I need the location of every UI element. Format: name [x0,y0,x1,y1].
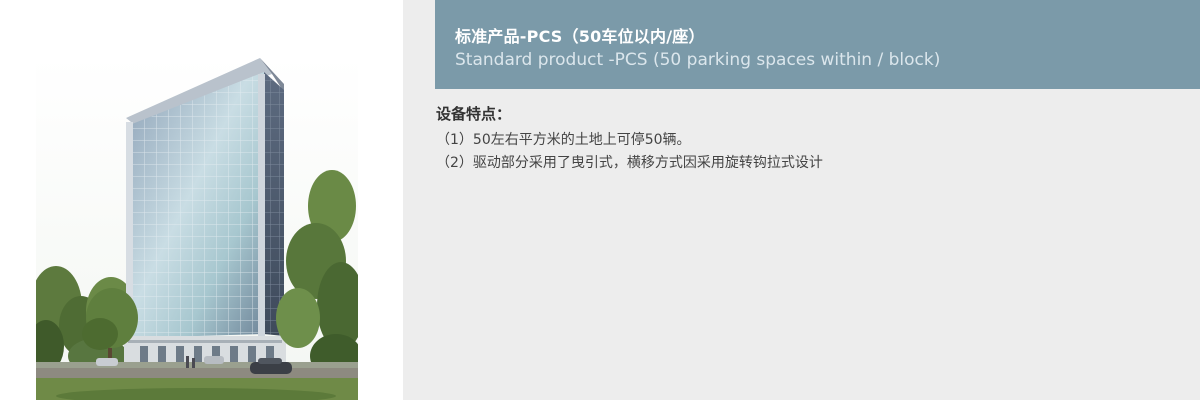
product-title-cn: 标准产品-PCS（50车位以内/座） [455,27,705,46]
product-title-en: Standard product -PCS (50 parking spaces… [455,50,941,70]
image-panel [0,0,403,400]
features-heading: 设备特点： [436,105,512,123]
product-title-bar: 标准产品-PCS（50车位以内/座） Standard product -PCS… [435,0,1200,89]
product-photo [36,56,358,400]
feature-item: （2）驱动部分采用了曳引式，横移方式因采用旋转钩拉式设计 [436,155,823,171]
product-info-panel: 标准产品-PCS（50车位以内/座） Standard product -PCS… [403,0,1200,400]
feature-item: （1）50左右平方米的土地上可停50辆。 [436,132,691,148]
features-section: 设备特点： （1）50左右平方米的土地上可停50辆。 （2）驱动部分采用了曳引式… [436,103,823,175]
